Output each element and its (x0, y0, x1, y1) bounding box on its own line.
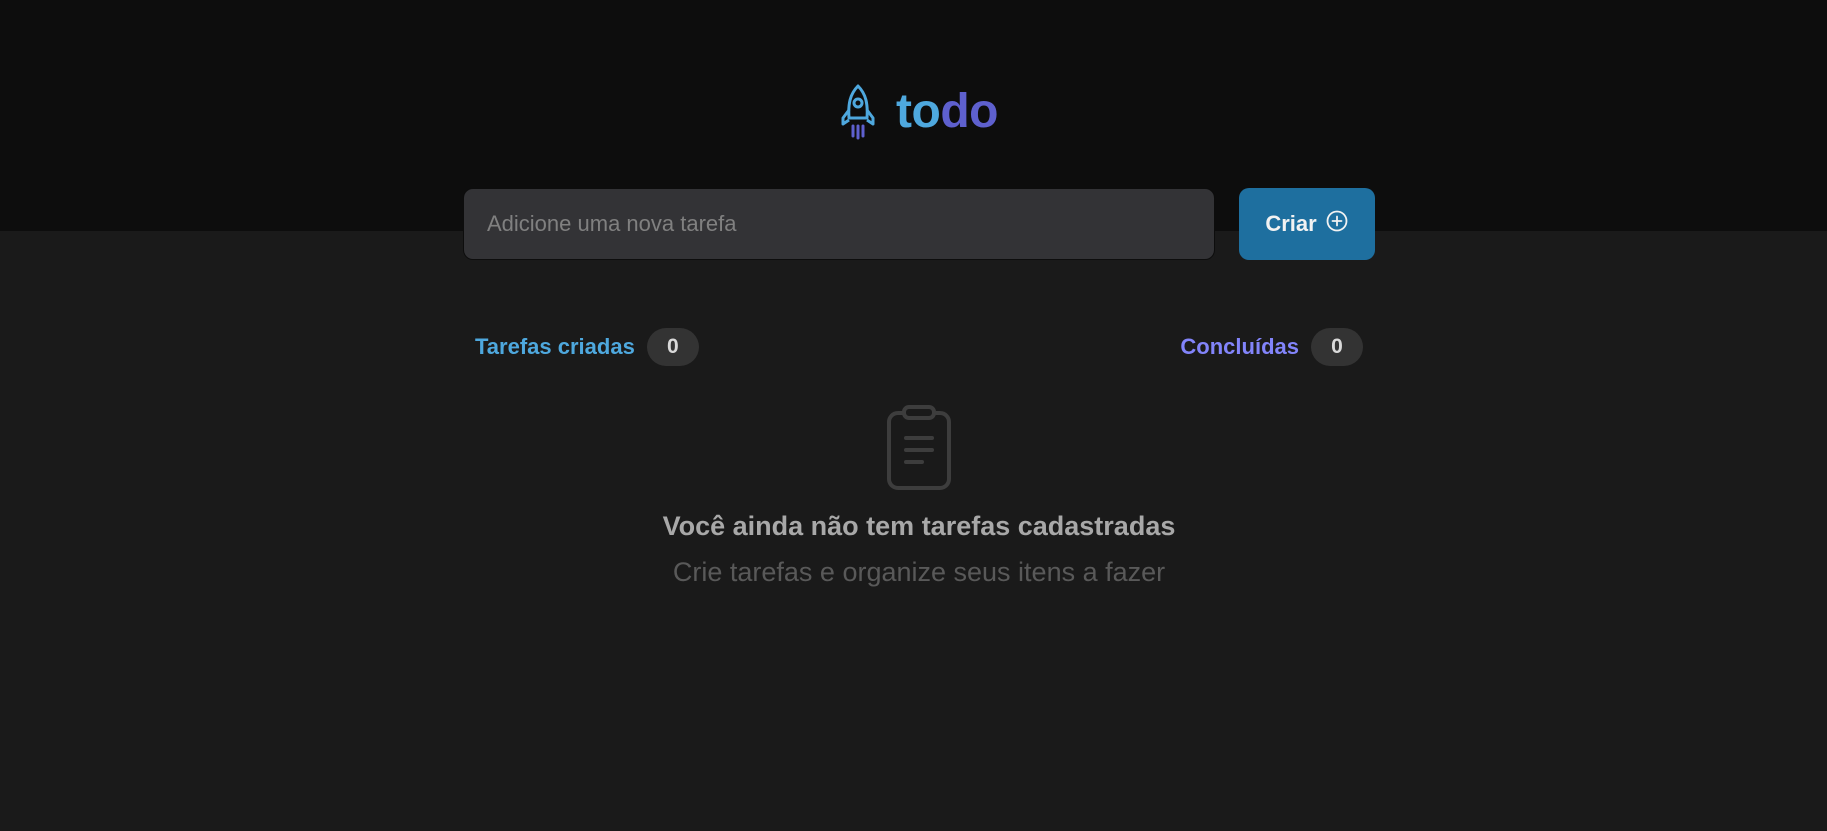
todo-app: todo Criar Tarefas criadas 0 Concluídas … (0, 0, 1827, 831)
created-tasks-counter: Tarefas criadas 0 (475, 328, 699, 366)
logo-text: todo (896, 88, 998, 136)
empty-state-title: Você ainda não tem tarefas cadastradas (662, 511, 1176, 541)
empty-state: Você ainda não tem tarefas cadastradas C… (463, 405, 1375, 589)
empty-state-subtitle: Crie tarefas e organize seus itens a faz… (672, 557, 1166, 587)
clipboard-icon (886, 405, 952, 491)
task-counters: Tarefas criadas 0 Concluídas 0 (475, 327, 1363, 367)
create-button[interactable]: Criar (1239, 188, 1375, 260)
create-button-label: Criar (1265, 211, 1317, 236)
logo: todo (840, 82, 998, 142)
plus-circle-icon (1325, 209, 1349, 239)
new-task-input[interactable] (463, 188, 1215, 260)
new-task-form: Criar (463, 188, 1375, 260)
done-tasks-count: 0 (1311, 328, 1363, 366)
done-tasks-label: Concluídas (1180, 334, 1299, 359)
created-tasks-label: Tarefas criadas (475, 334, 635, 359)
logo-text-do: do (940, 85, 998, 138)
done-tasks-counter: Concluídas 0 (1180, 328, 1363, 366)
rocket-icon (840, 84, 876, 140)
logo-text-to: to (896, 85, 941, 138)
created-tasks-count: 0 (646, 328, 699, 366)
